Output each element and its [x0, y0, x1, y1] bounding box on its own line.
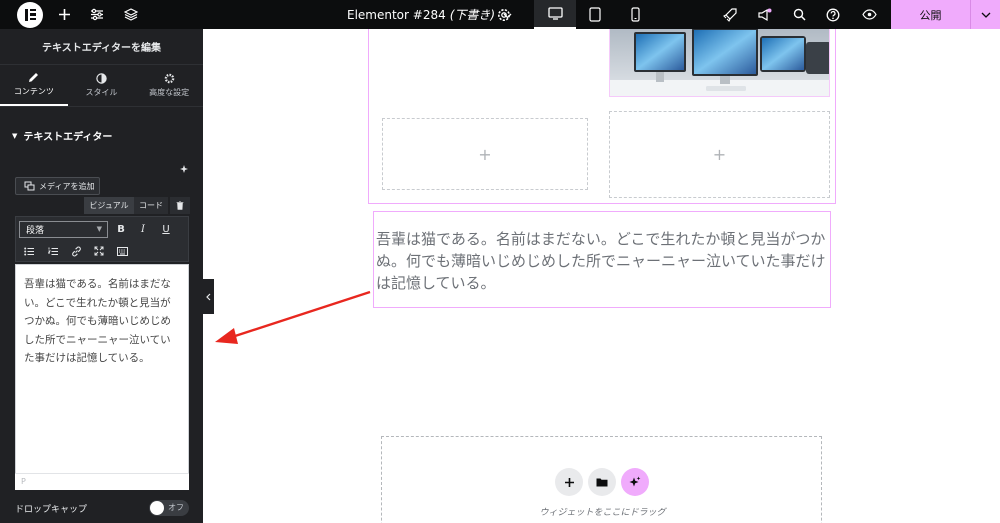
link-icon[interactable]: [67, 242, 85, 260]
caret-down-icon: ▼: [12, 131, 18, 140]
empty-column-2[interactable]: +: [609, 111, 830, 198]
page-settings-gear-icon[interactable]: [489, 0, 519, 29]
numbered-list-icon[interactable]: [44, 242, 62, 260]
desktop-view-icon[interactable]: [534, 0, 576, 29]
preview-canvas: + + 吾輩は猫である。名前はまだない。どこで生れたか頓と見当がつかぬ。何でも薄…: [214, 29, 1000, 523]
chevron-left-icon: [206, 293, 211, 300]
toggle-state-label: オフ: [168, 503, 184, 512]
editor-content[interactable]: 吾輩は猫である。名前はまだない。どこで生れたか頓と見当がつかぬ。何でも薄暗いじめ…: [24, 275, 180, 368]
editor-toolbar: 段落 ▼ B I U: [15, 216, 189, 262]
panel-tabs: コンテンツ スタイル 高度な設定: [0, 65, 203, 107]
dropcap-toggle[interactable]: オフ: [149, 500, 189, 516]
rocket-icon[interactable]: [715, 0, 745, 29]
text-editor-widget[interactable]: 吾輩は猫である。名前はまだない。どこで生れたか頓と見当がつかぬ。何でも薄暗いじめ…: [373, 211, 831, 308]
top-bar: Elementor #284 (下書き) 公開: [0, 0, 1000, 29]
bold-icon[interactable]: B: [112, 220, 130, 238]
template-library-button[interactable]: [588, 468, 616, 496]
add-section-button[interactable]: [555, 468, 583, 496]
tab-style[interactable]: スタイル: [68, 65, 136, 106]
trash-icon[interactable]: [170, 197, 190, 214]
section-title: テキストエディター: [23, 132, 113, 143]
media-icon: [24, 181, 35, 191]
mobile-view-icon[interactable]: [614, 0, 656, 29]
preview-eye-icon[interactable]: [854, 0, 884, 29]
bullet-list-icon[interactable]: [20, 242, 38, 260]
site-settings-icon[interactable]: [82, 0, 112, 29]
collapse-panel-button[interactable]: [203, 279, 214, 314]
editor-panel: テキストエディターを編集 コンテンツ スタイル 高度な設定 ▼ テキストエディタ…: [0, 29, 203, 523]
help-icon[interactable]: [818, 0, 848, 29]
half-circle-icon: [96, 73, 107, 84]
dropcap-label: ドロップキャップ: [15, 505, 88, 515]
paragraph-format-select[interactable]: 段落 ▼: [19, 221, 108, 238]
tab-style-label: スタイル: [85, 88, 118, 97]
drop-hint-text: ウィジェットをここにドラッグ: [539, 508, 666, 518]
panel-title: テキストエディターを編集: [0, 29, 203, 65]
editor-path-status: P: [15, 473, 189, 490]
rich-text-editor[interactable]: 吾輩は猫である。名前はまだない。どこで生れたか頓と見当がつかぬ。何でも薄暗いじめ…: [15, 264, 189, 490]
ai-generate-button[interactable]: [621, 468, 649, 496]
add-media-label: メディアを追加: [39, 181, 95, 191]
tab-advanced-label: 高度な設定: [149, 88, 190, 97]
folder-icon: [596, 478, 608, 487]
image-widget[interactable]: [609, 29, 830, 97]
select-arrow-icon: ▼: [96, 225, 102, 233]
pencil-icon: [29, 73, 39, 82]
tab-content[interactable]: コンテンツ: [0, 65, 68, 106]
structure-layers-icon[interactable]: [116, 0, 146, 29]
plus-icon[interactable]: +: [713, 145, 726, 164]
toolbar-toggle-keyboard-icon[interactable]: [113, 242, 131, 260]
publish-button[interactable]: 公開: [891, 0, 970, 29]
tab-advanced[interactable]: 高度な設定: [135, 65, 203, 106]
empty-column-1[interactable]: +: [382, 118, 588, 190]
elementor-logo-icon[interactable]: [15, 0, 45, 29]
italic-icon[interactable]: I: [134, 220, 152, 238]
add-media-button[interactable]: メディアを追加: [15, 177, 100, 195]
tab-code[interactable]: コード: [134, 197, 168, 214]
search-icon[interactable]: [784, 0, 814, 29]
tab-content-label: コンテンツ: [13, 87, 54, 96]
toggle-knob: [150, 501, 164, 515]
format-select-value: 段落: [26, 226, 45, 236]
notifications-megaphone-icon[interactable]: [749, 0, 779, 29]
add-element-icon[interactable]: [49, 0, 79, 29]
document-title[interactable]: Elementor #284 (下書き): [347, 0, 512, 29]
editor-mode-tabs: ビジュアル コード: [84, 197, 190, 214]
ai-sparkle-icon: [629, 476, 641, 487]
underline-icon[interactable]: U: [157, 220, 175, 238]
text-widget-content: 吾輩は猫である。名前はまだない。どこで生れたか頓と見当がつかぬ。何でも薄暗いじめ…: [376, 230, 826, 292]
plus-icon[interactable]: +: [478, 145, 491, 164]
document-name: Elementor #284: [347, 7, 446, 22]
ai-sparkle-icon[interactable]: [179, 159, 189, 178]
widget-drop-area[interactable]: ウィジェットをここにドラッグ: [381, 436, 822, 523]
section-toggle-text-editor[interactable]: ▼ テキストエディター: [12, 128, 113, 144]
plus-icon: [564, 477, 574, 487]
tab-visual[interactable]: ビジュアル: [84, 197, 134, 214]
publish-options-chevron-icon[interactable]: [970, 0, 1000, 29]
gear-icon: [164, 73, 174, 84]
fullscreen-icon[interactable]: [90, 242, 108, 260]
tablet-view-icon[interactable]: [574, 0, 616, 29]
